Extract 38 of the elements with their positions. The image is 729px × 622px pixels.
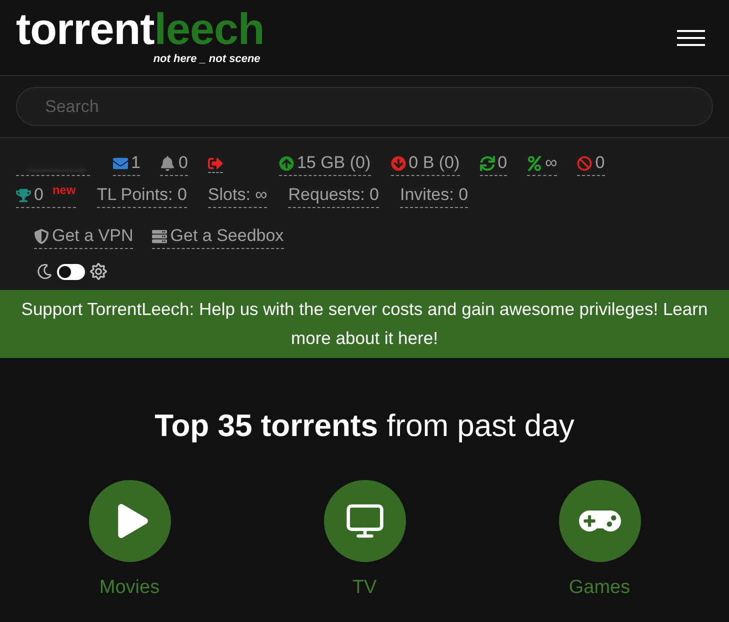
menu-icon xyxy=(677,30,705,46)
stat-link[interactable]: Slots: ∞ xyxy=(208,184,268,208)
logout-icon xyxy=(208,156,223,170)
ban-icon xyxy=(577,156,592,170)
category-link[interactable]: TV xyxy=(324,480,406,600)
notifications-link[interactable]: 0 xyxy=(160,152,188,176)
download-stat-link[interactable]: 0 B (0) xyxy=(390,152,460,176)
moon-icon xyxy=(37,264,52,279)
logo-wordmark[interactable]: torrentleech xyxy=(16,7,264,53)
logout-link[interactable] xyxy=(208,156,223,172)
sync-icon xyxy=(480,156,495,170)
upload-stat-link[interactable]: 15 GB (0) xyxy=(278,152,371,176)
sync-stat-link[interactable]: 0 xyxy=(480,152,508,176)
seedbox-link[interactable]: Get a Seedbox xyxy=(152,225,284,249)
stat-link[interactable]: Requests: 0 xyxy=(288,184,379,208)
trophy-stat-link[interactable]: 0 new xyxy=(16,184,76,208)
ban-stat-link[interactable]: 0 xyxy=(577,152,605,176)
category-link[interactable]: Games xyxy=(558,480,640,600)
vpn-link[interactable]: Get a VPN xyxy=(34,225,134,249)
server-icon xyxy=(152,228,168,244)
shield-icon xyxy=(34,228,49,244)
sun-icon xyxy=(90,263,107,280)
theme-toggle[interactable] xyxy=(57,264,85,280)
trophy-icon xyxy=(16,188,31,202)
top-torrents-heading: Top 35 torrents from past day xyxy=(154,407,574,445)
new-label: new xyxy=(52,184,76,196)
stat-link[interactable]: TL Points: 0 xyxy=(96,184,187,208)
bell-icon xyxy=(160,156,176,170)
logo-tagline: not here _ not scene xyxy=(153,53,260,66)
support-banner-link[interactable]: Support TorrentLeech: Help us with the server costs and gain awesome privileges! Learn more about it here! xyxy=(8,295,721,353)
ratio-stat-link[interactable]: ∞ xyxy=(527,152,558,176)
stat-link[interactable]: Invites: 0 xyxy=(400,184,468,208)
percent-icon xyxy=(527,156,542,170)
category-link[interactable]: Movies xyxy=(88,480,170,600)
search-field[interactable]: Search xyxy=(16,87,713,126)
envelope-icon xyxy=(113,156,128,170)
menu-button[interactable] xyxy=(677,30,705,46)
messages-link[interactable]: 1 xyxy=(113,152,140,176)
